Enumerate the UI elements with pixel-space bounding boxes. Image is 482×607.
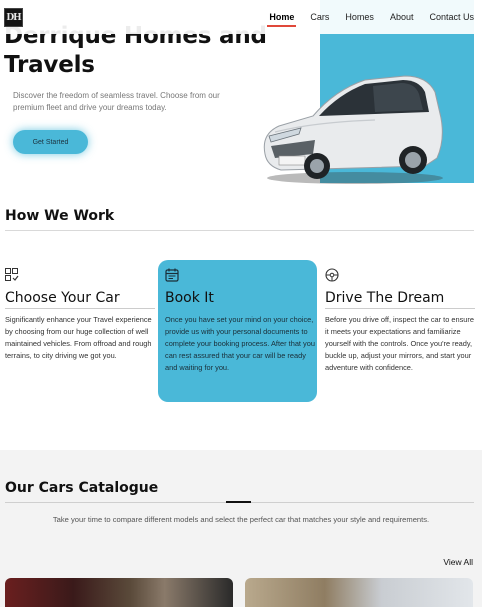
step-card-book: Book It Once you have set your mind on y… xyxy=(158,260,317,402)
nav-homes[interactable]: Homes xyxy=(337,0,382,34)
step-description: Once you have set your mind on your choi… xyxy=(165,315,315,373)
catalogue-accent-line xyxy=(226,501,251,503)
calendar-icon xyxy=(165,268,179,282)
nav-cars[interactable]: Cars xyxy=(302,0,337,34)
hero-subtitle: Discover the freedom of seamless travel.… xyxy=(13,91,220,112)
nav-contact-us[interactable]: Contact Us xyxy=(421,0,482,34)
catalogue-subtitle: Take your time to compare different mode… xyxy=(52,515,430,524)
hero-car-image xyxy=(263,75,443,184)
step-card-choose: Choose Your Car Significantly enhance yo… xyxy=(5,260,164,402)
nav-about[interactable]: About xyxy=(382,0,422,34)
step-divider xyxy=(325,308,475,309)
step-description: Before you drive off, inspect the car to… xyxy=(325,315,474,373)
step-title: Book It xyxy=(165,290,214,306)
step-divider xyxy=(5,308,155,309)
step-title: Choose Your Car xyxy=(5,290,120,306)
how-we-work-divider xyxy=(5,230,474,231)
site-logo[interactable]: DH xyxy=(4,8,23,27)
nav-home[interactable]: Home xyxy=(261,0,302,34)
step-title: Drive The Dream xyxy=(325,290,445,306)
how-we-work-title: How We Work xyxy=(5,208,115,224)
step-description: Significantly enhance your Travel experi… xyxy=(5,315,152,361)
step-card-drive: Drive The Dream Before you drive off, in… xyxy=(325,260,482,402)
step-divider xyxy=(165,308,315,309)
steering-wheel-icon xyxy=(325,268,339,282)
catalogue-title: Our Cars Catalogue xyxy=(5,480,159,496)
car-card-image[interactable] xyxy=(5,578,233,607)
logo-text: DH xyxy=(6,12,21,23)
car-card-image[interactable] xyxy=(245,578,473,607)
car-select-icon xyxy=(5,268,19,281)
main-nav: Home Cars Homes About Contact Us xyxy=(261,0,482,34)
view-all-link[interactable]: View All xyxy=(443,557,473,567)
get-started-button[interactable]: Get Started xyxy=(13,130,88,154)
top-navbar: DH Home Cars Homes About Contact Us xyxy=(0,0,482,34)
